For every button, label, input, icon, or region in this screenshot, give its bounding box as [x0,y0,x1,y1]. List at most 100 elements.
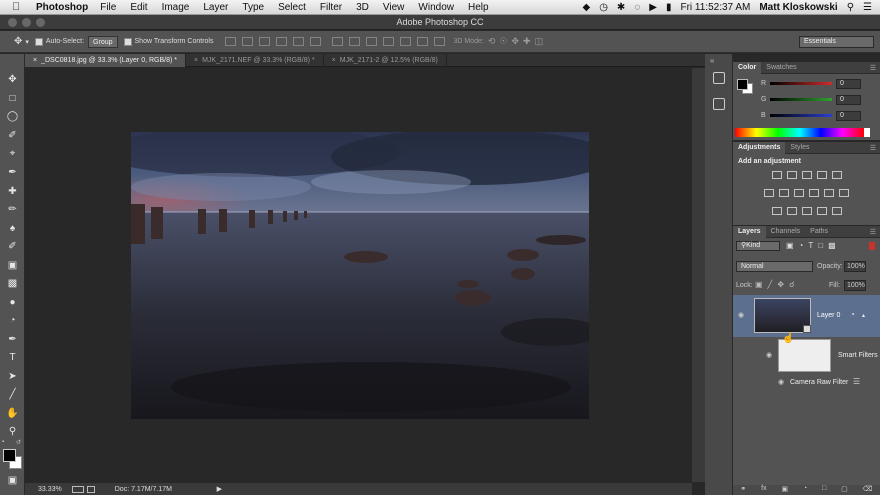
notification-icon[interactable]: ☰ [863,2,872,13]
tab-adjustments[interactable]: Adjustments [733,141,786,154]
clock[interactable]: Fri 11:52:37 AM [680,2,750,13]
document-image[interactable] [131,132,589,419]
tab-paths[interactable]: Paths [805,226,833,238]
menu-filter[interactable]: Filter [320,2,342,13]
layer-row-layer-0[interactable]: ◉ Layer 0 ◔ ▴ [733,295,880,337]
channel-mixer-icon[interactable] [824,189,834,197]
eraser-tool-icon[interactable]: ▣ [6,260,19,272]
default-colors-icon[interactable]: ▪ [2,439,4,445]
distribute-bottom-icon[interactable] [365,37,377,46]
distribute-vcenter-icon[interactable] [348,37,360,46]
distribute-hcenter-icon[interactable] [399,37,411,46]
workspace-select[interactable]: Essentials [799,36,874,48]
show-transform-checkbox[interactable] [123,37,132,46]
fx-icon[interactable]: fx [761,485,766,495]
quick-select-tool-icon[interactable]: ✐ [6,130,19,142]
distribute-left-icon[interactable] [382,37,394,46]
blend-mode-select[interactable]: Normal [736,261,813,272]
levels-icon[interactable] [786,171,797,179]
3d-pan-icon[interactable]: ✥ [511,36,519,47]
hand-tool-icon[interactable]: ✋ [6,408,19,420]
user-name[interactable]: Matt Kloskowski [759,2,837,13]
color-fg-swatch[interactable] [737,79,748,90]
filter-toggle-icon[interactable] [869,242,875,250]
collapse-dock-icon[interactable]: « [710,56,714,65]
menu-image[interactable]: Image [162,2,190,13]
hue-saturation-icon[interactable] [764,189,774,197]
bluetooth-icon[interactable]: ✱ [617,2,625,13]
layer-name[interactable]: Layer 0 [817,312,840,319]
g-value[interactable]: 0 [836,95,861,105]
vibrance-icon[interactable] [831,171,842,179]
filter-name[interactable]: Camera Raw Filter [790,379,848,386]
dodge-tool-icon[interactable]: ◔ [6,315,19,327]
align-vcenter-icon[interactable] [241,37,253,46]
move-tool-icon[interactable]: ✥ [6,74,19,86]
align-bottom-icon[interactable] [258,37,270,46]
menu-select[interactable]: Select [278,2,306,13]
spotlight-icon[interactable]: ⚲ [847,2,854,13]
status-preview-icon[interactable] [71,485,84,493]
marquee-tool-icon[interactable]: □ [6,93,19,105]
white-swatch[interactable] [864,128,870,137]
add-mask-icon[interactable]: ▣ [781,485,788,495]
menu-edit[interactable]: Edit [130,2,147,13]
delete-layer-icon[interactable]: ⌫ [863,485,873,495]
menu-window[interactable]: Window [418,2,454,13]
history-panel-icon[interactable] [713,72,725,84]
history-brush-tool-icon[interactable]: ✐ [6,241,19,253]
color-spectrum-ramp[interactable] [735,128,864,137]
threshold-icon[interactable] [801,207,812,215]
camera-raw-filter-row[interactable]: ◉ Camera Raw Filter ☰ [733,377,880,389]
new-adjustment-icon[interactable]: ◔ [803,485,807,495]
properties-panel-icon[interactable] [713,98,725,110]
close-tab-icon[interactable]: × [332,57,336,64]
expand-arrow-icon[interactable]: ▴ [862,312,865,319]
horizontal-scrollbar[interactable] [226,483,692,495]
zoom-tool-icon[interactable]: ⚲ [6,426,19,438]
panel-menu-icon[interactable]: ☰ [870,228,876,236]
gradient-tool-icon[interactable]: ▩ [6,278,19,290]
line-tool-icon[interactable]: ╱ [6,389,19,401]
path-selection-tool-icon[interactable]: ➤ [6,371,19,383]
tab-mjk2171-nef[interactable]: × MJK_2171.NEF @ 33.3% (RGB/8) * [186,54,324,67]
exposure-icon[interactable] [816,171,827,179]
status-menu-icon[interactable]: ▶ [217,485,222,493]
posterize-icon[interactable] [786,207,797,215]
tab-styles[interactable]: Styles [785,142,814,154]
eyedropper-tool-icon[interactable]: ✒ [6,167,19,179]
quick-mask-icon[interactable]: ▣ [6,475,19,487]
tab-dsc0818[interactable]: × _DSC0818.jpg @ 33.3% (Layer 0, RGB/8) * [25,54,186,67]
type-tool-icon[interactable]: T [6,352,19,364]
align-left-icon[interactable] [275,37,287,46]
minimize-window-icon[interactable] [22,18,31,27]
vertical-scrollbar[interactable] [692,68,705,482]
tool-preset-chevron-icon[interactable]: ▾ [25,38,29,46]
eye-icon[interactable]: ◉ [738,311,744,319]
3d-slide-icon[interactable]: ✚ [523,36,531,47]
app-menu[interactable]: Photoshop [36,2,88,13]
clone-stamp-tool-icon[interactable]: ♠ [6,223,19,235]
blur-tool-icon[interactable]: ● [6,297,19,309]
black-white-icon[interactable] [794,189,804,197]
blending-options-icon[interactable]: ☰ [853,377,860,386]
tab-mjk2171-2[interactable]: × MJK_2171-2 @ 12.5% (RGB/8) [324,54,447,67]
close-tab-icon[interactable]: × [33,57,37,64]
menu-3d[interactable]: 3D [356,2,369,13]
fill-value[interactable]: 100% [844,280,866,291]
r-value[interactable]: 0 [836,79,861,89]
foreground-color-swatch[interactable] [3,449,16,462]
b-value[interactable]: 0 [836,111,861,121]
color-balance-icon[interactable] [779,189,789,197]
close-window-icon[interactable] [8,18,17,27]
timemachine-icon[interactable]: ◷ [599,2,608,13]
brightness-icon[interactable] [771,171,782,179]
3d-scale-icon[interactable]: ◫ [535,36,544,47]
lasso-tool-icon[interactable]: ◯ [6,111,19,123]
distribute-top-icon[interactable] [331,37,343,46]
align-right-icon[interactable] [309,37,321,46]
brush-tool-icon[interactable]: ✏ [6,204,19,216]
zoom-level[interactable]: 33.33% [38,486,62,493]
curves-icon[interactable] [801,171,812,179]
zoom-window-icon[interactable] [36,18,45,27]
